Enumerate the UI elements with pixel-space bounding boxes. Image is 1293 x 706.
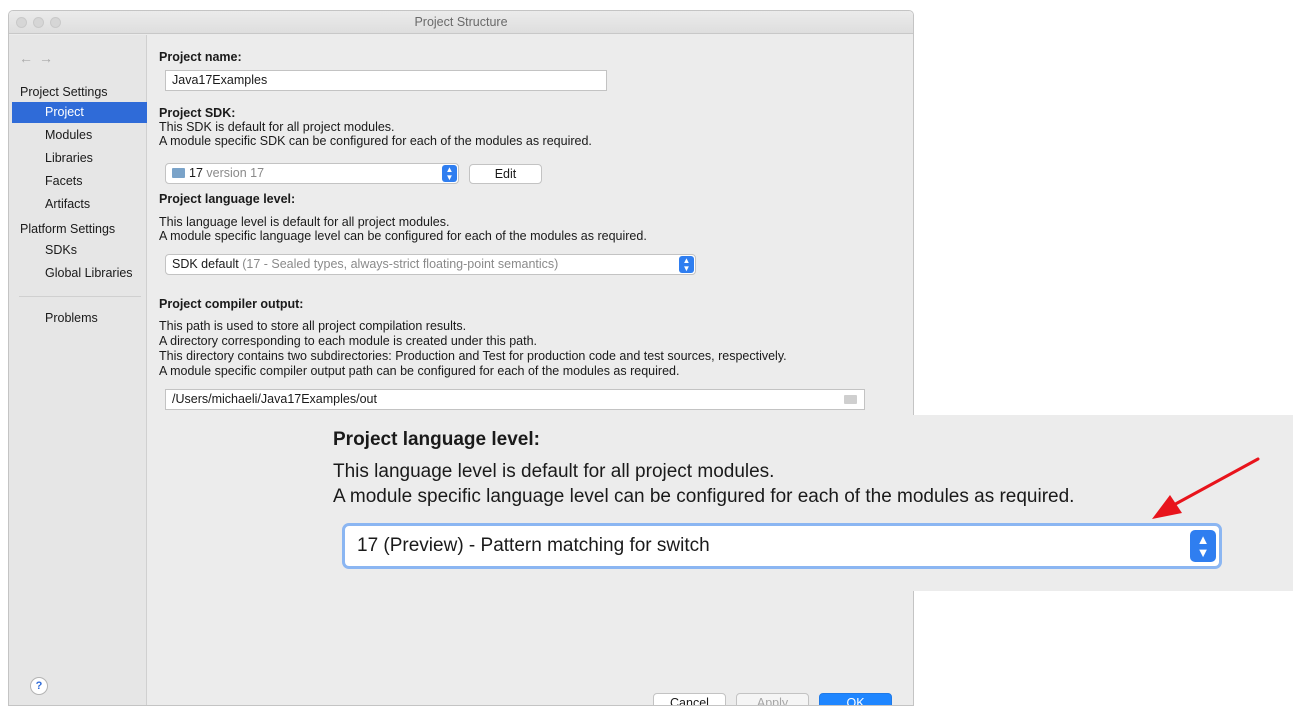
zoom-description-2: A module specific language level can be … [333, 486, 1075, 507]
sdk-value: 17 [189, 166, 203, 180]
red-arrow-annotation [1152, 457, 1260, 519]
compiler-output-input[interactable]: /Users/michaeli/Java17Examples/out [165, 389, 865, 410]
output-description-2: A directory corresponding to each module… [159, 334, 537, 348]
section-project-settings: Project Settings [20, 85, 108, 99]
zoom-language-level-title: Project language level: [333, 429, 540, 450]
project-name-input[interactable]: Java17Examples [165, 70, 607, 91]
compiler-output-path: /Users/michaeli/Java17Examples/out [172, 392, 377, 406]
output-description-1: This path is used to store all project c… [159, 319, 467, 333]
chevron-updown-icon: ▲ ▼ [442, 165, 457, 182]
section-platform-settings: Platform Settings [20, 222, 116, 236]
zoom-language-level-select[interactable]: 17 (Preview) - Pattern matching for swit… [342, 523, 1222, 569]
sidebar-item-modules[interactable]: Modules [12, 125, 147, 146]
output-description-3: This directory contains two subdirectori… [159, 349, 787, 363]
sdk-version: version 17 [206, 166, 265, 180]
edit-sdk-button[interactable]: Edit [469, 164, 542, 184]
minimize-window-button[interactable] [33, 17, 44, 28]
language-description-2: A module specific language level can be … [159, 229, 647, 243]
sdk-description-1: This SDK is default for all project modu… [159, 120, 395, 134]
language-level-label: Project language level: [159, 192, 296, 206]
language-level-detail: (17 - Sealed types, always-strict floati… [242, 257, 559, 271]
ok-button[interactable]: OK [819, 693, 892, 705]
sidebar-item-facets[interactable]: Facets [12, 171, 147, 192]
title-bar: Project Structure [9, 11, 913, 34]
sidebar-divider [19, 296, 141, 297]
sdk-folder-icon [172, 168, 185, 178]
zoom-language-level-value: 17 (Preview) - Pattern matching for swit… [357, 535, 710, 556]
help-button[interactable]: ? [30, 677, 48, 695]
project-sdk-label: Project SDK: [159, 106, 236, 120]
sdk-description-2: A module specific SDK can be configured … [159, 134, 592, 148]
chevron-updown-icon: ▲ ▼ [1190, 530, 1216, 562]
zoom-description-1: This language level is default for all p… [333, 461, 775, 482]
sidebar-item-global-libraries[interactable]: Global Libraries [12, 263, 147, 284]
sidebar-item-project[interactable]: Project [12, 102, 147, 123]
back-arrow-icon[interactable]: ← [19, 50, 33, 66]
language-level-value: SDK default [172, 257, 239, 271]
forward-arrow-icon[interactable]: → [39, 50, 53, 66]
chevron-updown-icon: ▲ ▼ [679, 256, 694, 273]
project-structure-window: Project Structure ← → Project Settings P… [8, 10, 914, 706]
arrow-shaft [1168, 457, 1260, 509]
apply-button[interactable]: Apply [736, 693, 809, 705]
compiler-output-label: Project compiler output: [159, 297, 304, 311]
folder-icon[interactable] [844, 395, 857, 404]
sidebar-item-artifacts[interactable]: Artifacts [12, 194, 147, 215]
sidebar: ← → Project Settings Project Modules Lib… [9, 35, 147, 705]
window-title: Project Structure [414, 15, 508, 29]
sidebar-item-libraries[interactable]: Libraries [12, 148, 147, 169]
cancel-button[interactable]: Cancel [653, 693, 726, 705]
sidebar-item-sdks[interactable]: SDKs [12, 240, 147, 261]
project-settings-panel: Project name: Java17Examples Project SDK… [148, 35, 913, 705]
language-description-1: This language level is default for all p… [159, 215, 450, 229]
project-name-label: Project name: [159, 50, 242, 64]
project-sdk-select[interactable]: 17 version 17 ▲ ▼ [165, 163, 459, 184]
language-level-select[interactable]: SDK default (17 - Sealed types, always-s… [165, 254, 696, 275]
close-window-button[interactable] [16, 17, 27, 28]
sidebar-item-problems[interactable]: Problems [12, 308, 147, 329]
zoom-window-button[interactable] [50, 17, 61, 28]
arrow-head [1152, 495, 1182, 519]
output-description-4: A module specific compiler output path c… [159, 364, 680, 378]
